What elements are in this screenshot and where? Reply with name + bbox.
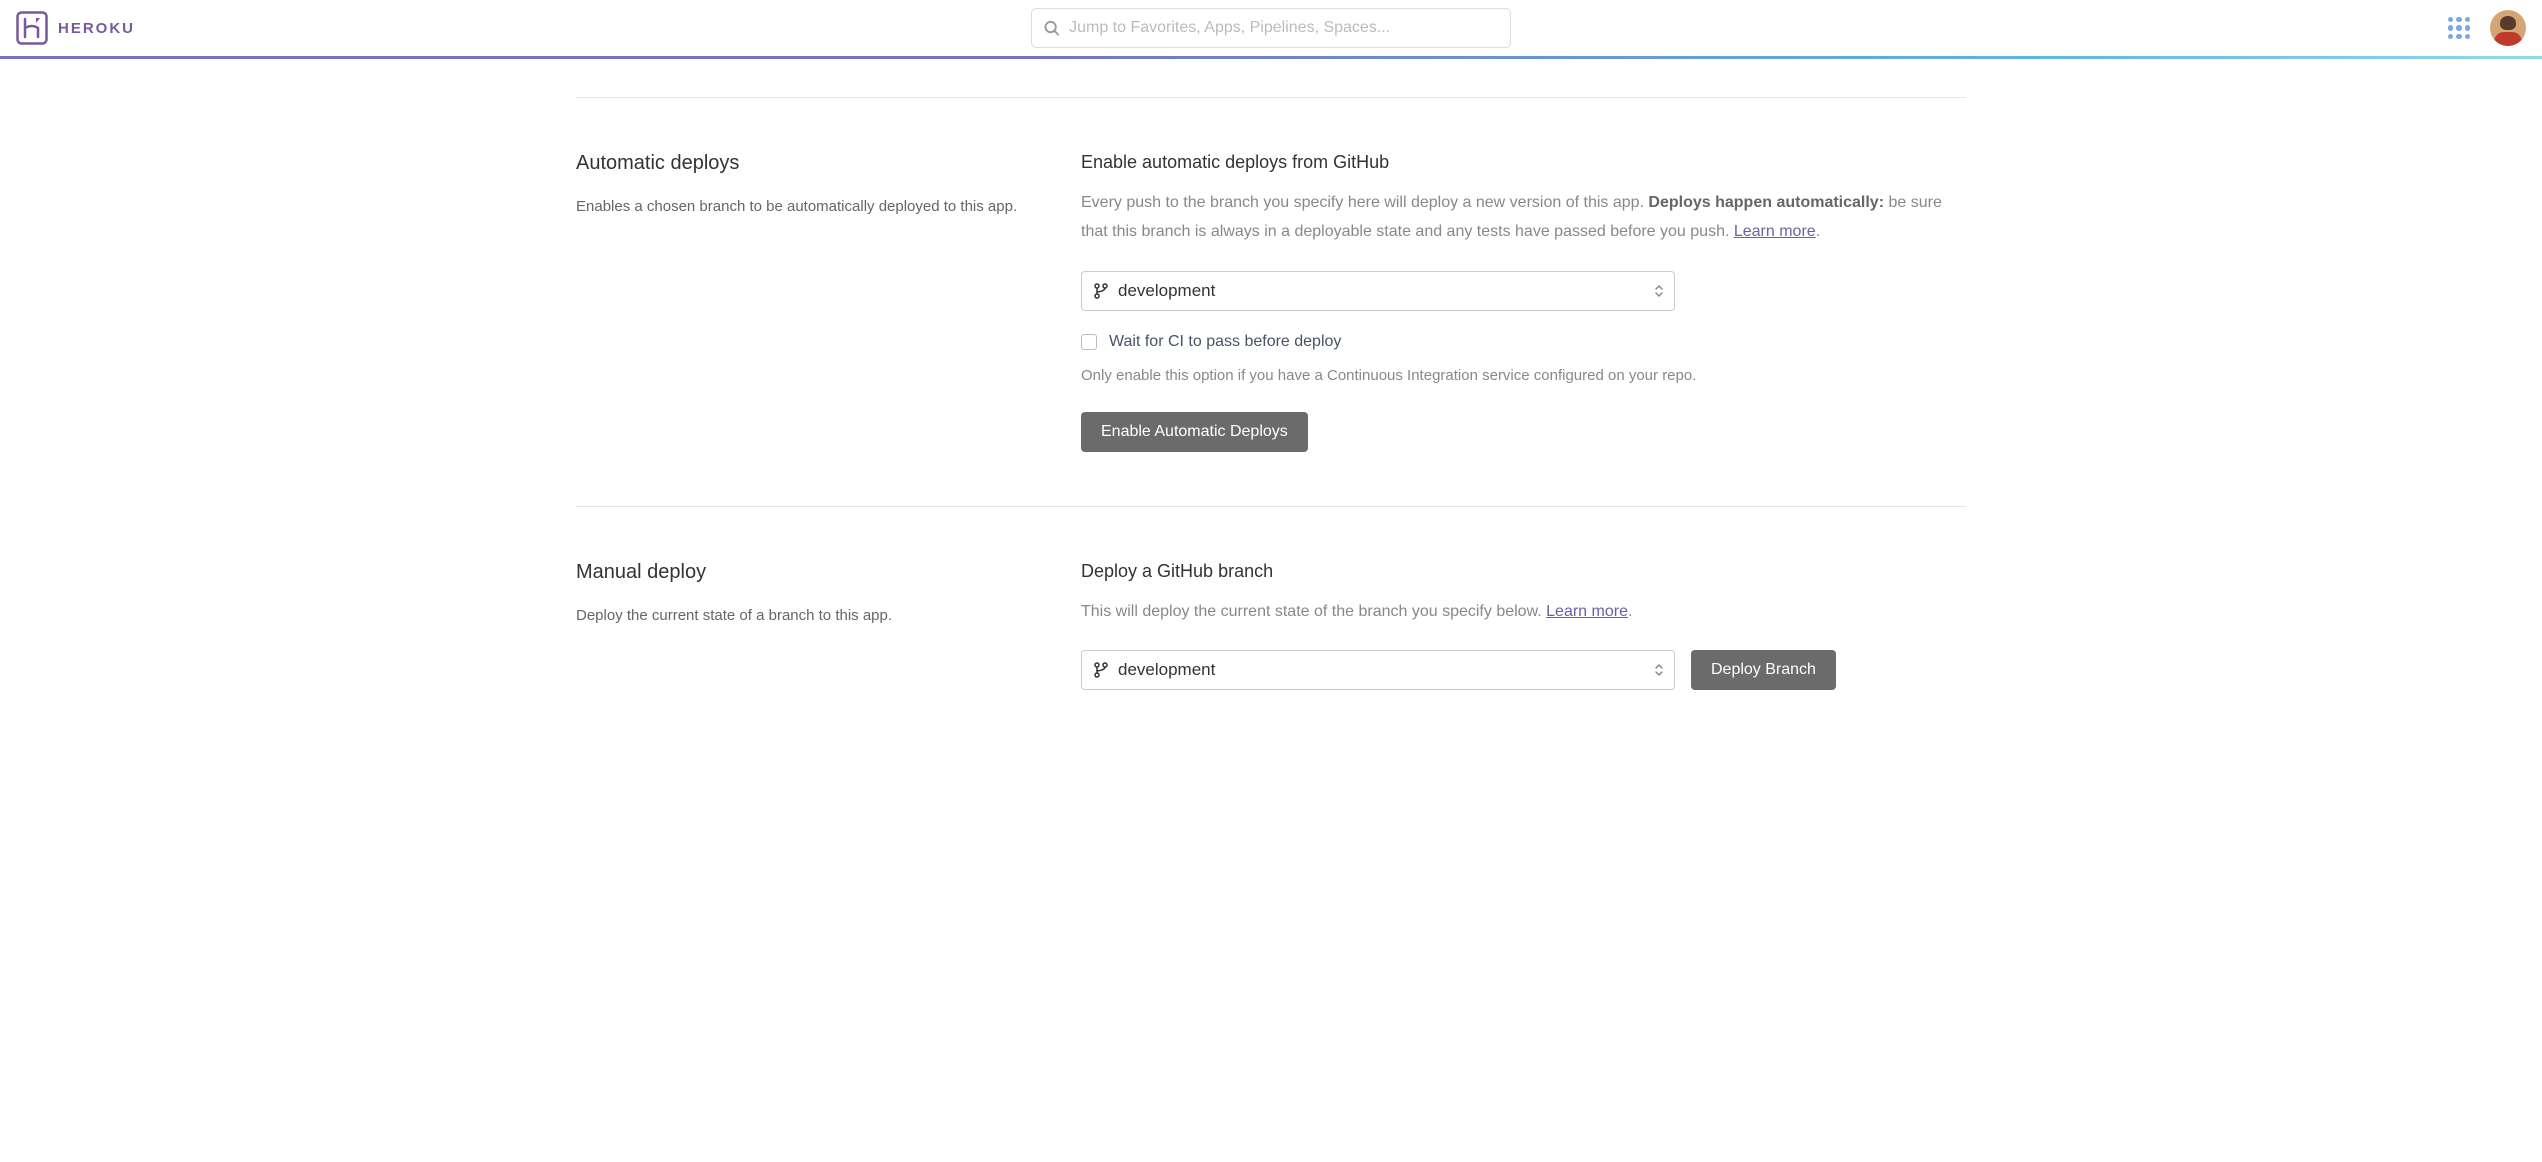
- heroku-logo-text: HEROKU: [58, 20, 135, 37]
- ci-hint: Only enable this option if you have a Co…: [1081, 367, 1966, 384]
- wait-for-ci-checkbox[interactable]: [1081, 334, 1097, 350]
- app-switcher-icon[interactable]: [2448, 17, 2470, 39]
- auto-deploys-heading: Enable automatic deploys from GitHub: [1081, 152, 1966, 173]
- auto-deploys-subtitle: Enables a chosen branch to be automatica…: [576, 193, 1081, 222]
- auto-deploys-title: Automatic deploys: [576, 152, 1081, 175]
- search-icon: [1044, 20, 1059, 36]
- global-search: [1031, 8, 1511, 48]
- manual-deploy-description: This will deploy the current state of th…: [1081, 598, 1966, 627]
- git-branch-icon: [1094, 662, 1108, 678]
- select-chevrons-icon: [1654, 284, 1664, 298]
- top-navbar: HEROKU: [0, 0, 2542, 57]
- git-branch-icon: [1094, 283, 1108, 299]
- manual-deploy-section: Manual deploy Deploy the current state o…: [576, 506, 1966, 745]
- heroku-logo-icon: [16, 11, 48, 45]
- auto-branch-select[interactable]: development: [1081, 271, 1675, 311]
- manual-deploy-heading: Deploy a GitHub branch: [1081, 561, 1966, 582]
- manual-learn-more-link[interactable]: Learn more: [1546, 603, 1628, 620]
- ci-checkbox-row: Wait for CI to pass before deploy: [1081, 333, 1966, 351]
- wait-for-ci-label[interactable]: Wait for CI to pass before deploy: [1109, 333, 1341, 351]
- deploy-branch-button[interactable]: Deploy Branch: [1691, 650, 1836, 690]
- auto-deploys-description: Every push to the branch you specify her…: [1081, 189, 1966, 247]
- auto-branch-value: development: [1118, 281, 1215, 301]
- enable-auto-deploys-button[interactable]: Enable Automatic Deploys: [1081, 412, 1308, 452]
- manual-branch-value: development: [1118, 660, 1215, 680]
- automatic-deploys-section: Automatic deploys Enables a chosen branc…: [576, 97, 1966, 506]
- auto-learn-more-link[interactable]: Learn more: [1734, 223, 1816, 240]
- heroku-logo[interactable]: HEROKU: [16, 11, 135, 45]
- topbar-right: [2448, 10, 2526, 46]
- user-avatar[interactable]: [2490, 10, 2526, 46]
- search-input[interactable]: [1069, 19, 1498, 37]
- search-box[interactable]: [1031, 8, 1511, 48]
- manual-deploy-title: Manual deploy: [576, 561, 1081, 584]
- select-chevrons-icon: [1654, 663, 1664, 677]
- manual-branch-select[interactable]: development: [1081, 650, 1675, 690]
- manual-deploy-subtitle: Deploy the current state of a branch to …: [576, 602, 1081, 631]
